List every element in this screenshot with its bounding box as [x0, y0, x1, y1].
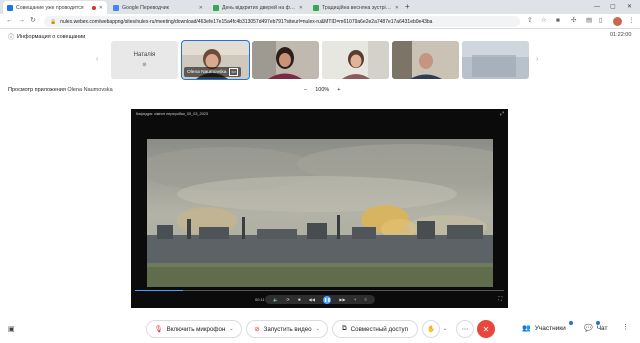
browser-tab-meeting[interactable]: Совещание уже проводится ✕: [3, 1, 107, 14]
more-options-button[interactable]: ⋯: [456, 320, 474, 338]
zoom-control: − 100% +: [304, 87, 341, 93]
back-icon[interactable]: ←: [6, 16, 13, 26]
share-screen-icon: ⧉: [342, 325, 347, 332]
video-progress-fill: [135, 290, 183, 291]
url-text: nulex.webex.com/webappng/sites/nulex-ru/…: [60, 18, 433, 25]
more-icon: ⋯: [461, 326, 469, 333]
mic-muted-icon: ⊘: [142, 62, 147, 68]
chevron-down-icon[interactable]: ⌄: [229, 326, 233, 332]
forward-icon[interactable]: →: [18, 16, 25, 26]
sharing-icon: ▭: [229, 68, 238, 76]
notification-dot: [596, 321, 600, 325]
shared-screen: Кафедра: хімічні переробки_05_03_2023 ⤢: [131, 109, 508, 308]
chat-panel-button[interactable]: 💬 Чат: [584, 324, 608, 333]
reactions-dropdown[interactable]: ⌄: [437, 320, 453, 338]
chevron-down-icon: ⌄: [442, 326, 448, 332]
participant-tile[interactable]: Наталія ⊘: [111, 41, 178, 79]
mic-muted-icon: 🎙: [154, 326, 163, 333]
participant-video: [392, 41, 459, 79]
unmute-mic-button[interactable]: 🎙 Включить микрофон ⌄: [146, 320, 242, 338]
participant-tile[interactable]: [392, 41, 459, 79]
browser-tab-spring-meeting[interactable]: Традиційна весняна зустріч – Д... ✕: [309, 1, 403, 14]
side-panel-icon[interactable]: ▯: [599, 16, 603, 26]
zoom-level: 100%: [315, 87, 330, 93]
video-progress-bar[interactable]: [135, 290, 504, 291]
captions-icon[interactable]: ▣: [8, 325, 15, 333]
more-panels-icon[interactable]: ⋮: [622, 323, 629, 331]
close-window-icon[interactable]: ✕: [627, 1, 632, 13]
chevron-down-icon[interactable]: ⌄: [316, 326, 320, 332]
chat-icon: 💬: [584, 325, 593, 332]
google-translate-favicon-icon: [113, 4, 119, 11]
participant-tile[interactable]: [252, 41, 319, 79]
app-preview-label: Просмотр приложения Olena Naumovska: [8, 87, 113, 93]
reload-icon[interactable]: ↻: [30, 16, 36, 26]
participants-next-icon[interactable]: ›: [536, 56, 538, 63]
start-video-button[interactable]: ⊘ Запустить видео ⌄: [246, 320, 328, 338]
rewind-icon[interactable]: ◀◀: [309, 297, 315, 302]
loop-icon[interactable]: ⟳: [286, 297, 290, 302]
participant-video: [462, 41, 529, 79]
shared-window-title: Кафедра: хімічні переробки_05_03_2023: [136, 112, 208, 116]
participant-video: [322, 41, 389, 79]
address-bar[interactable]: 🔒 nulex.webex.com/webappng/sites/nulex-r…: [44, 16, 520, 27]
participant-tile[interactable]: [462, 41, 529, 79]
close-tab-icon[interactable]: ✕: [395, 5, 399, 11]
browser-tab-translate[interactable]: Google Переводчик ✕: [109, 1, 207, 14]
participant-video: [252, 41, 319, 79]
share-page-icon[interactable]: ⇪: [527, 16, 532, 26]
camera-off-icon: ⊘: [254, 326, 260, 333]
industrial-landscape-image: [147, 139, 493, 287]
participant-tile[interactable]: [322, 41, 389, 79]
notification-dot: [569, 321, 573, 325]
webex-favicon-icon: [7, 4, 13, 11]
browser-toolbar: ← → ↻ 🔒 nulex.webex.com/webappng/sites/n…: [0, 14, 640, 29]
site-favicon-icon: [313, 4, 319, 11]
expand-icon[interactable]: ⤢: [500, 111, 504, 117]
fullscreen-icon[interactable]: ⛶: [498, 296, 502, 302]
reading-list-icon[interactable]: ▤: [586, 16, 592, 26]
shared-video-frame: [147, 139, 493, 287]
people-icon: 👥: [522, 325, 531, 332]
browser-tab-open-day[interactable]: День відкритих дверей на фак... ✕: [209, 1, 307, 14]
participant-name-label: Olena Naumovska ▭: [184, 67, 241, 77]
close-tab-icon[interactable]: ✕: [199, 5, 203, 11]
lock-icon: 🔒: [50, 18, 57, 25]
close-tab-icon[interactable]: ✕: [99, 5, 103, 11]
browser-tab-strip: Совещание уже проводится ✕ Google Перево…: [0, 0, 640, 14]
add-icon[interactable]: +: [354, 297, 356, 302]
share-content-button[interactable]: ⧉ Совместный доступ: [332, 320, 418, 338]
close-tab-icon[interactable]: ✕: [299, 5, 303, 11]
pause-button[interactable]: ❚❚: [323, 295, 332, 304]
extensions-puzzle-icon[interactable]: ✣: [571, 16, 576, 26]
zoom-in-button[interactable]: +: [337, 87, 340, 93]
site-favicon-icon: [213, 4, 219, 11]
video-current-time: 00:11: [255, 297, 265, 302]
fast-forward-icon[interactable]: ▶▶: [339, 297, 345, 302]
profile-avatar[interactable]: [613, 17, 622, 26]
volume-icon[interactable]: 🔈: [273, 297, 278, 303]
participants-prev-icon[interactable]: ‹: [96, 56, 98, 63]
video-control-bar: 🔈 ⟳ ■ ◀◀ ❚❚ ▶▶ + ≡: [265, 295, 375, 304]
participant-tile[interactable]: Olena Naumovska ▭: [181, 40, 250, 80]
leave-meeting-button[interactable]: ✕: [477, 320, 495, 338]
minimize-icon[interactable]: —: [594, 1, 600, 13]
browser-menu-icon[interactable]: ⋮: [628, 16, 635, 26]
extension-icon[interactable]: ■: [556, 16, 560, 26]
new-tab-button[interactable]: +: [405, 1, 410, 13]
meeting-info-link[interactable]: ⓘ Информация о совещании: [8, 32, 85, 42]
bookmark-star-icon[interactable]: ☆: [541, 16, 547, 26]
info-icon: ⓘ: [8, 35, 15, 41]
zoom-out-button[interactable]: −: [304, 87, 307, 93]
meeting-timer: 01:22:00: [610, 32, 632, 38]
recording-indicator-icon: [91, 5, 96, 10]
stop-icon[interactable]: ■: [298, 297, 301, 302]
participants-panel-button[interactable]: 👥 Участники: [522, 324, 566, 333]
raise-hand-icon: ✋: [426, 326, 436, 333]
playlist-icon[interactable]: ≡: [364, 297, 366, 302]
maximize-icon[interactable]: ▢: [610, 1, 616, 13]
close-icon: ✕: [482, 324, 490, 334]
